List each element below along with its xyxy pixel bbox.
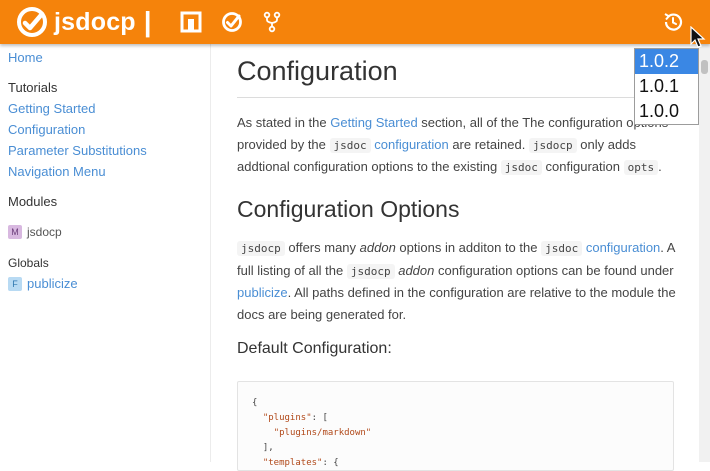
inline-code: jsdoc	[500, 160, 542, 175]
version-dropdown[interactable]: 1.0.2 1.0.1 1.0.0	[634, 48, 699, 125]
module-icon[interactable]	[180, 11, 202, 33]
brand[interactable]: jsdocp |	[16, 6, 152, 38]
inline-code: jsdocp	[528, 137, 577, 153]
code-line: "plugins": [	[262, 413, 328, 423]
options-paragraph: jsdocp offers many addon options in addi…	[237, 240, 676, 322]
jsdocp-logo-icon	[17, 7, 47, 37]
code-line: {	[252, 398, 258, 408]
sidebar-item-configuration[interactable]: Configuration	[8, 122, 85, 137]
page-title: Configuration	[237, 56, 398, 86]
configuration-link[interactable]: configuration	[374, 137, 448, 152]
tutorials-heading: Tutorials	[8, 80, 58, 95]
top-navbar: jsdocp |	[0, 0, 710, 44]
sidebar-item-publicize[interactable]: publicize	[27, 276, 78, 291]
module-badge: M	[8, 225, 22, 239]
globals-heading: Globals	[8, 256, 49, 270]
inline-code: jsdoc	[329, 137, 371, 153]
getting-started-link[interactable]: Getting Started	[330, 115, 417, 130]
inline-code: jsdocp	[346, 263, 395, 279]
function-badge: F	[8, 277, 22, 291]
brand-name: jsdocp	[54, 7, 136, 36]
version-option[interactable]: 1.0.1	[635, 74, 698, 99]
code-line: ],	[252, 443, 274, 453]
code-line: "plugins/markdown"	[273, 428, 372, 438]
sidebar-item-parameter-substitutions[interactable]: Parameter Substitutions	[8, 143, 147, 158]
section-title-default-configuration: Default Configuration:	[237, 340, 392, 357]
version-option-selected[interactable]: 1.0.2	[635, 49, 698, 74]
title-divider	[237, 97, 659, 98]
scrollbar-thumb[interactable]	[701, 60, 708, 74]
sidebar-item-getting-started[interactable]: Getting Started	[8, 101, 95, 116]
version-option[interactable]: 1.0.0	[635, 99, 698, 124]
section-title-configuration-options: Configuration Options	[237, 196, 460, 222]
sidebar-home-link[interactable]: Home	[8, 50, 43, 65]
sidebar-item-jsdocp[interactable]: jsdocp	[27, 225, 62, 239]
inline-code: jsdoc	[541, 241, 583, 256]
publicize-link[interactable]: publicize	[237, 285, 288, 300]
inline-code: opts	[623, 160, 659, 175]
modules-heading: Modules	[8, 194, 58, 209]
sidebar: Home Tutorials Getting Started Configura…	[0, 44, 211, 462]
inline-code: jsdocp	[237, 241, 285, 256]
sidebar-item-navigation-menu[interactable]: Navigation Menu	[8, 164, 106, 179]
code-block: { "plugins": [ "plugins/markdown" ], "te…	[237, 381, 674, 471]
jsdoc-configuration-link[interactable]: configuration	[586, 240, 660, 255]
intro-paragraph: As stated in the Getting Started section…	[237, 115, 669, 175]
brand-separator: |	[143, 6, 152, 37]
page-scrollbar[interactable]	[699, 44, 710, 462]
fork-icon[interactable]	[261, 11, 283, 33]
history-icon[interactable]	[662, 11, 684, 33]
code-line: "templates": {	[262, 458, 339, 468]
check-circle-icon[interactable]	[221, 11, 243, 33]
mouse-cursor-icon	[690, 26, 706, 48]
